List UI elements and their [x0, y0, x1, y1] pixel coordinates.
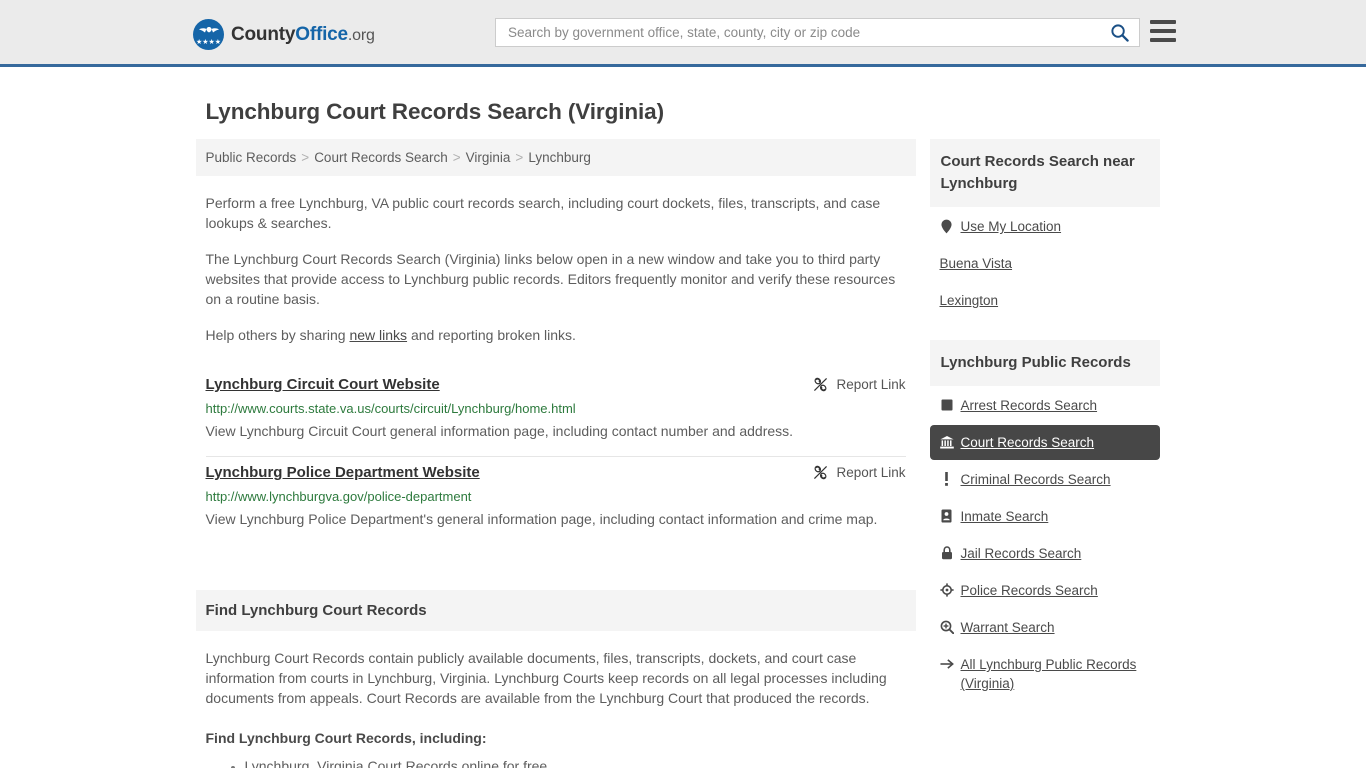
broken-link-icon: [814, 377, 828, 392]
map-pin-icon: [940, 218, 954, 234]
public-records-list: Arrest Records Search Court Records Sear…: [929, 388, 1160, 701]
sidebar-item-buena-vista[interactable]: Buena Vista: [930, 246, 1160, 281]
intro-paragraph-3: Help others by sharing new links and rep…: [206, 325, 906, 345]
arrow-right-icon: [939, 656, 954, 672]
sidebar-link-label[interactable]: Warrant Search: [961, 618, 1055, 637]
brand-part2: Office: [295, 23, 348, 45]
search-button[interactable]: [1106, 23, 1133, 42]
link-row: Lynchburg Circuit Court Website Report L…: [206, 375, 906, 395]
sidebar-link-label[interactable]: All Lynchburg Public Records (Virginia): [961, 655, 1150, 693]
hamburger-bar-2: [1150, 29, 1176, 33]
public-records-box: Lynchburg Public Records Arrest Records …: [929, 340, 1160, 701]
intro-p3-after: and reporting broken links.: [407, 327, 576, 343]
eagle-icon: [198, 27, 219, 33]
sidebar-link-label[interactable]: Lexington: [940, 291, 999, 310]
search-icon: [1111, 24, 1129, 42]
sidebar-link-label[interactable]: Use My Location: [961, 217, 1062, 236]
courthouse-icon: [939, 434, 954, 450]
records-list: Lynchburg, Virginia Court Records online…: [206, 756, 906, 768]
breadcrumb-separator: >: [301, 150, 310, 165]
intro-paragraph-1: Perform a free Lynchburg, VA public cour…: [205, 195, 881, 231]
list-item: Lynchburg, Virginia Court Records online…: [245, 756, 906, 768]
resource-link-url: http://www.lynchburgva.gov/police-depart…: [205, 489, 472, 504]
police-badge-icon: [939, 582, 954, 598]
resource-link-title[interactable]: Lynchburg Police Department Website: [206, 463, 480, 483]
section-heading: Find Lynchburg Court Records: [195, 590, 916, 631]
sidebar-item-inmate-search[interactable]: Inmate Search: [930, 499, 1160, 534]
lock-icon: [940, 545, 954, 561]
search-bar[interactable]: [495, 18, 1140, 47]
broken-link-icon: [814, 465, 828, 480]
sidebar-link-label[interactable]: Arrest Records Search: [961, 396, 1098, 415]
brand-tld: .org: [347, 26, 375, 44]
sidebar-item-use-my-location[interactable]: Use My Location: [930, 209, 1160, 244]
list-item: Lynchburg Circuit Court Website Report L…: [205, 369, 906, 457]
sidebar-item-criminal-records-search[interactable]: Criminal Records Search: [930, 462, 1160, 497]
intro-text: Perform a free Lynchburg, VA public cour…: [196, 193, 916, 345]
main-column: Public Records > Court Records Search > Virg…: [195, 139, 916, 768]
report-link-button[interactable]: Report Link: [813, 375, 906, 392]
near-search-heading: Court Records Search near Lynchburg: [929, 139, 1160, 207]
sidebar-item-all-public-records[interactable]: All Lynchburg Public Records (Virginia): [930, 647, 1160, 701]
two-column-layout: Public Records > Court Records Search > Virg…: [195, 139, 1171, 768]
id-badge-icon: [940, 508, 954, 524]
sidebar-item-arrest-records-search[interactable]: Arrest Records Search: [930, 388, 1160, 423]
magnifier-plus-icon: [940, 619, 954, 635]
site-header: ★★★★ CountyOffice.org: [0, 0, 1366, 67]
section-list-lead: Find Lynchburg Court Records, including:: [205, 730, 487, 746]
report-link-label: Report Link: [836, 465, 906, 480]
resource-link-title[interactable]: Lynchburg Circuit Court Website: [206, 375, 440, 395]
section-body: Lynchburg Court Records contain publicly…: [196, 648, 916, 768]
sidebar: Court Records Search near Lynchburg Use …: [929, 139, 1160, 768]
sidebar-link-label[interactable]: Police Records Search: [961, 581, 1098, 600]
sidebar-link-label[interactable]: Inmate Search: [961, 507, 1049, 526]
resource-link-description: View Lynchburg Circuit Court general inf…: [205, 423, 794, 439]
breadcrumb: Public Records > Court Records Search > Virg…: [195, 139, 916, 176]
list-item: Lynchburg Police Department Website Repo…: [206, 457, 906, 544]
hamburger-bar-1: [1150, 20, 1176, 24]
sidebar-item-warrant-search[interactable]: Warrant Search: [930, 610, 1160, 645]
site-logo[interactable]: ★★★★ CountyOffice.org: [193, 19, 375, 50]
link-row: Lynchburg Police Department Website Repo…: [206, 463, 906, 483]
sidebar-item-jail-records-search[interactable]: Jail Records Search: [930, 536, 1160, 571]
brand-text: CountyOffice.org: [231, 24, 375, 46]
breadcrumb-item-lynchburg[interactable]: Lynchburg: [528, 150, 591, 165]
report-link-label: Report Link: [836, 377, 906, 392]
sidebar-item-police-records-search[interactable]: Police Records Search: [930, 573, 1160, 608]
intro-paragraph-2: The Lynchburg Court Records Search (Virg…: [205, 251, 896, 307]
hamburger-menu-button[interactable]: [1150, 20, 1176, 42]
resource-link-url: http://www.courts.state.va.us/courts/cir…: [205, 401, 576, 416]
section-paragraph: Lynchburg Court Records contain publicly…: [205, 650, 887, 706]
hamburger-bar-3: [1150, 38, 1176, 42]
page-title: Lynchburg Court Records Search (Virginia…: [205, 99, 665, 124]
resource-link-description: View Lynchburg Police Department's gener…: [205, 511, 878, 527]
sidebar-item-court-records-search[interactable]: Court Records Search: [929, 425, 1160, 460]
intro-p3-before: Help others by sharing: [205, 327, 350, 343]
brand-part1: County: [231, 23, 296, 45]
near-search-list: Use My Location Buena Vista Lexington: [930, 209, 1160, 318]
breadcrumb-separator: >: [515, 150, 524, 165]
breadcrumb-item-court-records-search[interactable]: Court Records Search: [314, 150, 448, 165]
sidebar-link-label[interactable]: Criminal Records Search: [961, 470, 1111, 489]
new-links-link[interactable]: new links: [349, 327, 407, 343]
exclamation-icon: [940, 471, 954, 487]
report-link-button[interactable]: Report Link: [813, 463, 906, 480]
breadcrumb-item-public-records[interactable]: Public Records: [206, 150, 297, 165]
near-search-box: Court Records Search near Lynchburg Use …: [929, 139, 1160, 318]
countyoffice-eagle-logo-icon: ★★★★: [193, 19, 224, 50]
fingerprint-icon: [940, 397, 954, 413]
public-records-heading: Lynchburg Public Records: [929, 340, 1160, 386]
breadcrumb-separator: >: [452, 150, 461, 165]
sidebar-link-label[interactable]: Court Records Search: [961, 433, 1095, 452]
page-body: Lynchburg Court Records Search (Virginia…: [0, 67, 1366, 768]
sidebar-item-lexington[interactable]: Lexington: [930, 283, 1160, 318]
stars-icon: ★★★★: [195, 39, 222, 46]
search-input[interactable]: [506, 24, 1106, 41]
find-records-section: Find Lynchburg Court Records Lynchburg C…: [195, 590, 916, 768]
sidebar-link-label[interactable]: Buena Vista: [940, 254, 1013, 273]
content-container: Lynchburg Court Records Search (Virginia…: [195, 67, 1171, 768]
resource-link-list: Lynchburg Circuit Court Website Report L…: [196, 369, 916, 544]
breadcrumb-item-virginia[interactable]: Virginia: [466, 150, 511, 165]
sidebar-link-label[interactable]: Jail Records Search: [961, 544, 1082, 563]
